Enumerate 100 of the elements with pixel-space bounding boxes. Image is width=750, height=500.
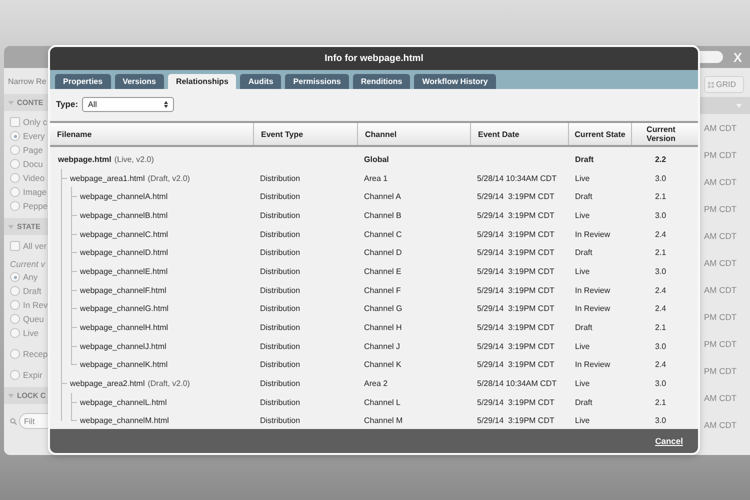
table-cell-text: Distribution — [259, 360, 302, 370]
table-cell-text: Global — [363, 154, 390, 164]
table-cell-text: 2.1 — [654, 192, 668, 202]
radio-label: Image — [23, 187, 47, 197]
table-cell-text: Draft — [574, 323, 594, 332]
column-header: Event Date — [470, 123, 568, 145]
column-header: Event Type — [253, 123, 357, 145]
time-cell-text: PM CDT — [703, 364, 738, 378]
table-cell-text: 5/29/14 3:19PM CDT — [476, 342, 556, 351]
filename-cell: webpage_channelE.html — [50, 266, 253, 276]
time-cell-text: AM CDT — [703, 418, 738, 432]
tab[interactable]: Audits — [240, 74, 282, 89]
radio-button[interactable] — [10, 159, 20, 169]
table-cell-text: 3.0 — [654, 174, 668, 183]
column-header: Current Version — [631, 123, 690, 145]
table-cell-text: 2.1 — [654, 248, 668, 258]
table-cell-text: 5/29/14 3:19PM CDT — [476, 210, 556, 220]
radio-button[interactable] — [10, 286, 20, 296]
time-cell-text: PM CDT — [703, 202, 738, 216]
table-cell-text: Channel F — [363, 286, 402, 295]
radio-label: Video — [23, 173, 45, 183]
table-cell-text: Distribution — [259, 342, 302, 351]
type-label: Type: — [56, 99, 78, 109]
radio-button[interactable] — [10, 300, 20, 310]
table-cell-text: 2.4 — [654, 304, 668, 314]
table-cell-text: 2.1 — [654, 398, 668, 407]
grid-icon — [708, 82, 714, 88]
table-cell-text: Draft — [574, 192, 594, 202]
table-cell-text: Channel L — [363, 398, 402, 407]
table-cell-text: Distribution — [259, 192, 302, 202]
checkbox-label: All ver — [23, 241, 47, 251]
table-cell-text: Distribution — [259, 286, 302, 295]
column-header: Channel — [357, 123, 470, 145]
table-cell-text: Distribution — [259, 323, 302, 332]
radio-button[interactable] — [10, 145, 20, 155]
filename-cell: webpage_area1.html (Draft, v2.0) — [50, 174, 253, 183]
filter-field[interactable]: Filt — [19, 413, 49, 429]
radio-label: Recep — [23, 349, 48, 359]
radio-button[interactable] — [10, 201, 20, 211]
time-cell-text: PM CDT — [703, 310, 738, 324]
radio-button[interactable] — [10, 314, 20, 324]
table-cell-text: Draft — [574, 398, 594, 407]
table-cell-text: Channel J — [363, 342, 402, 351]
radio-button[interactable] — [10, 328, 20, 338]
table-cell-text: Distribution — [259, 266, 302, 276]
cancel-link[interactable]: Cancel — [655, 436, 683, 446]
filename-cell: webpage_channelG.html — [50, 304, 253, 314]
table-cell-text: Distribution — [259, 398, 302, 407]
table-cell-text: 2.4 — [654, 360, 668, 370]
time-cell-text: AM CDT — [703, 230, 738, 242]
filename-cell: webpage_channelC.html — [50, 230, 253, 239]
table-cell-text: Distribution — [259, 230, 302, 239]
radio-label: Draft — [23, 286, 42, 296]
checkbox[interactable] — [10, 241, 20, 251]
tab[interactable]: Renditions — [352, 74, 410, 89]
table-cell-text: 2.1 — [654, 323, 668, 332]
type-select[interactable]: All — [82, 96, 174, 112]
column-header: Current State — [568, 123, 631, 145]
radio-button[interactable] — [10, 370, 20, 380]
tab[interactable]: Properties — [55, 74, 111, 89]
sidebar-heading: Narrow Re — [7, 76, 48, 88]
tab[interactable]: Versions — [114, 74, 164, 89]
dialog-title: Info for webpage.html — [50, 47, 698, 70]
time-cell-text: AM CDT — [703, 392, 738, 404]
table-cell-text: Area 2 — [363, 379, 389, 388]
radio-button[interactable] — [10, 187, 20, 197]
caret-icon — [8, 224, 14, 230]
radio-button[interactable] — [10, 349, 20, 359]
radio-label: Any — [23, 272, 38, 282]
radio-button[interactable] — [10, 272, 20, 282]
tab[interactable]: Workflow History — [414, 74, 496, 89]
table-cell-text: Channel B — [363, 210, 402, 220]
filename-cell: webpage_channelK.html — [50, 360, 253, 370]
table-cell-text: 5/29/14 3:19PM CDT — [476, 398, 556, 407]
table-cell-text: Distribution — [259, 174, 302, 183]
table-cell-text: Draft — [574, 154, 595, 164]
radio-label: Docu — [23, 159, 43, 169]
table-cell-text: Distribution — [259, 248, 302, 258]
grid-button[interactable]: GRID — [704, 76, 744, 93]
filename-cell: webpage_channelM.html — [50, 416, 253, 426]
table-cell-text: In Review — [574, 304, 612, 314]
table-cell-text: Live — [574, 174, 591, 183]
radio-button[interactable] — [10, 173, 20, 183]
radio-label: Expir — [23, 370, 42, 380]
radio-button[interactable] — [10, 131, 20, 141]
table-cell-text: Channel E — [363, 266, 402, 276]
table-cell-text: 3.0 — [654, 416, 668, 426]
time-cell-text: PM CDT — [703, 338, 738, 350]
checkbox[interactable] — [10, 117, 20, 127]
table-cell-text: 5/29/14 3:19PM CDT — [476, 323, 556, 332]
radio-label: Peppe — [23, 201, 48, 211]
caret-icon — [8, 392, 14, 398]
table-cell-text: Channel A — [363, 192, 402, 202]
radio-label: Live — [23, 328, 39, 338]
table-cell-text: 5/29/14 3:19PM CDT — [476, 416, 556, 426]
table-cell-text: Distribution — [259, 304, 302, 314]
radio-label: Page — [23, 145, 43, 155]
tab[interactable]: Relationships — [168, 74, 236, 89]
tab[interactable]: Permissions — [285, 74, 349, 89]
filename-cell: webpage_channelH.html — [50, 323, 253, 332]
